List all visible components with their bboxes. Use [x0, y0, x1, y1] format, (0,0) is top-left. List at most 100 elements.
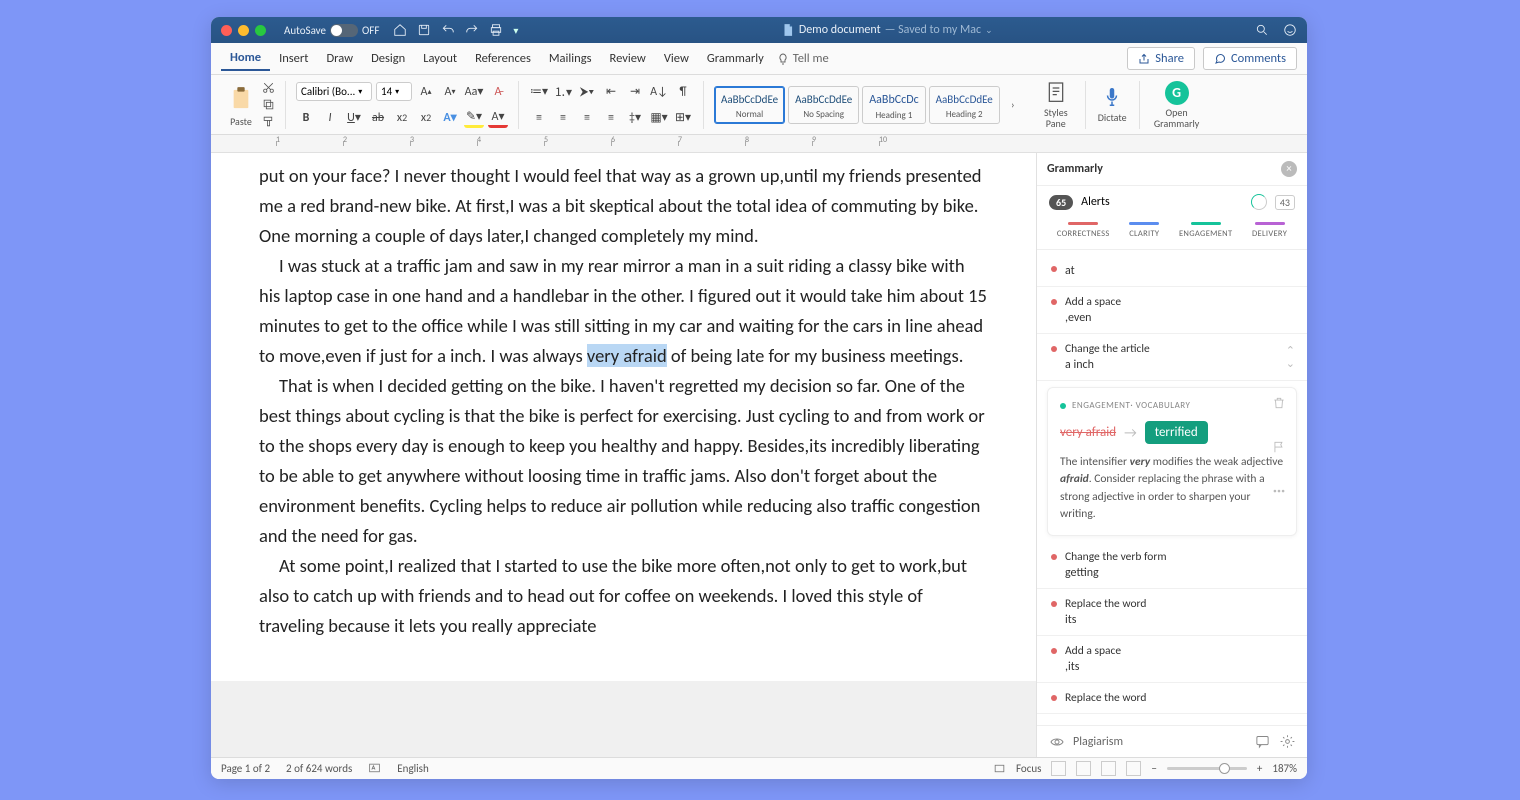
document-page[interactable]: put on your face? I never thought I woul… [211, 153, 1036, 681]
align-center-button[interactable]: ≡ [553, 108, 573, 128]
numbering-button[interactable]: ⒈▾ [553, 82, 573, 102]
superscript-button[interactable]: x2 [416, 108, 436, 128]
font-size-select[interactable]: 14▾ [376, 82, 412, 101]
tab-view[interactable]: View [655, 47, 698, 70]
shrink-font-icon[interactable]: A▾ [440, 82, 460, 102]
tab-design[interactable]: Design [362, 47, 414, 70]
borders-button[interactable]: ⊞▾ [673, 108, 693, 128]
styles-more-icon[interactable]: › [1003, 95, 1023, 115]
undo-icon[interactable] [441, 23, 455, 37]
font-name-select[interactable]: Calibri (Bo...▾ [296, 82, 372, 101]
word-count[interactable]: 2 of 624 words [286, 762, 352, 775]
styles-pane-button[interactable]: Styles Pane [1033, 81, 1079, 129]
tab-mailings[interactable]: Mailings [540, 47, 601, 70]
line-spacing-button[interactable]: ‡▾ [625, 108, 645, 128]
tab-correctness[interactable]: CORRECTNESS [1057, 222, 1110, 239]
trash-icon[interactable] [1272, 396, 1286, 410]
style-no-spacing[interactable]: AaBbCcDdEeNo Spacing [788, 86, 859, 124]
focus-label[interactable]: Focus [1016, 762, 1041, 775]
share-button[interactable]: Share [1127, 47, 1195, 70]
tab-delivery[interactable]: DELIVERY [1252, 222, 1287, 239]
strike-button[interactable]: ab [368, 108, 388, 128]
alert-card[interactable]: Replace the word [1037, 683, 1307, 714]
tab-review[interactable]: Review [601, 47, 655, 70]
alerts-list[interactable]: at Add a space,even Change the articlea … [1037, 250, 1307, 725]
view-read-icon[interactable] [1051, 761, 1066, 776]
smiley-icon[interactable] [1283, 23, 1297, 37]
print-icon[interactable] [489, 23, 503, 37]
alert-card[interactable]: Change the verb formgetting [1037, 542, 1307, 589]
goal-icon[interactable] [1251, 194, 1267, 210]
indent-button[interactable]: ⇥ [625, 82, 645, 102]
paragraph[interactable]: I was stuck at a traffic jam and saw in … [259, 251, 988, 371]
tab-engagement[interactable]: ENGAGEMENT [1179, 222, 1232, 239]
open-grammarly-button[interactable]: G Open Grammarly [1146, 81, 1208, 129]
tab-insert[interactable]: Insert [270, 47, 317, 70]
view-outline-icon[interactable] [1126, 761, 1141, 776]
score-value[interactable]: 43 [1275, 195, 1295, 210]
gear-icon[interactable] [1280, 734, 1295, 749]
toggle-pill[interactable] [330, 24, 358, 37]
more-icon[interactable] [1272, 484, 1286, 498]
alert-card[interactable]: Change the articlea inch ⌃⌄ [1037, 334, 1307, 381]
subscript-button[interactable]: x2 [392, 108, 412, 128]
style-normal[interactable]: AaBbCcDdEeNormal [714, 86, 785, 124]
outdent-button[interactable]: ⇤ [601, 82, 621, 102]
style-heading2[interactable]: AaBbCcDdEeHeading 2 [929, 86, 1000, 124]
style-heading1[interactable]: AaBbCcDcHeading 1 [862, 86, 925, 124]
tab-clarity[interactable]: CLARITY [1129, 222, 1159, 239]
close-icon[interactable] [221, 25, 232, 36]
tell-me[interactable]: Tell me [777, 51, 829, 66]
change-case-icon[interactable]: Aa▾ [464, 82, 484, 102]
bullets-button[interactable]: ≔▾ [529, 82, 549, 102]
paragraph[interactable]: That is when I decided getting on the bi… [259, 371, 988, 551]
show-marks-button[interactable]: ¶ [673, 82, 693, 102]
view-web-icon[interactable] [1101, 761, 1116, 776]
highlight-icon[interactable]: ✎▾ [464, 108, 484, 128]
close-panel-icon[interactable]: × [1281, 161, 1297, 177]
home-icon[interactable] [393, 23, 407, 37]
language[interactable]: English [397, 762, 428, 775]
spellcheck-icon[interactable] [368, 762, 381, 775]
alert-card[interactable]: at [1037, 254, 1307, 287]
paragraph[interactable]: put on your face? I never thought I woul… [259, 161, 988, 251]
align-left-button[interactable]: ≡ [529, 108, 549, 128]
bold-button[interactable]: B [296, 108, 316, 128]
cut-icon[interactable] [262, 81, 275, 94]
paragraph[interactable]: At some point,I realized that I started … [259, 551, 988, 641]
tab-draw[interactable]: Draw [317, 47, 362, 70]
text-effects-icon[interactable]: A▾ [440, 108, 460, 128]
format-painter-icon[interactable] [262, 115, 275, 128]
alert-expanded[interactable]: ENGAGEMENT· VOCABULARY very afraid → ter… [1047, 387, 1297, 536]
clear-format-icon[interactable]: A̶ [488, 82, 508, 102]
zoom-level[interactable]: 187% [1272, 762, 1297, 775]
zoom-out-button[interactable]: − [1151, 762, 1156, 775]
page-indicator[interactable]: Page 1 of 2 [221, 762, 270, 775]
zoom-in-button[interactable]: + [1257, 762, 1262, 775]
highlighted-text[interactable]: very afraid [587, 344, 667, 367]
alert-card[interactable]: Add a space,even [1037, 287, 1307, 334]
tab-references[interactable]: References [466, 47, 540, 70]
suggestion-pill[interactable]: terrified [1145, 421, 1208, 444]
shading-button[interactable]: ▦▾ [649, 108, 669, 128]
plagiarism-label[interactable]: Plagiarism [1073, 735, 1123, 749]
ruler[interactable]: 12345678910 [211, 135, 1307, 153]
tab-layout[interactable]: Layout [414, 47, 466, 70]
document-area[interactable]: put on your face? I never thought I woul… [211, 153, 1036, 757]
alert-card[interactable]: Add a space,its [1037, 636, 1307, 683]
dictate-button[interactable]: Dictate [1092, 85, 1133, 124]
copy-icon[interactable] [262, 98, 275, 111]
align-right-button[interactable]: ≡ [577, 108, 597, 128]
tab-grammarly[interactable]: Grammarly [698, 47, 773, 70]
grow-font-icon[interactable]: A▴ [416, 82, 436, 102]
alert-card[interactable]: Replace the wordits [1037, 589, 1307, 636]
multilevel-button[interactable]: ⮞▾ [577, 82, 597, 102]
view-print-icon[interactable] [1076, 761, 1091, 776]
expand-toggle-icon[interactable]: ⌃⌄ [1286, 344, 1295, 370]
save-icon[interactable] [417, 23, 431, 37]
redo-icon[interactable] [465, 23, 479, 37]
minimize-icon[interactable] [238, 25, 249, 36]
tab-home[interactable]: Home [221, 46, 270, 71]
flag-icon[interactable] [1272, 440, 1286, 454]
search-icon[interactable] [1255, 23, 1269, 37]
